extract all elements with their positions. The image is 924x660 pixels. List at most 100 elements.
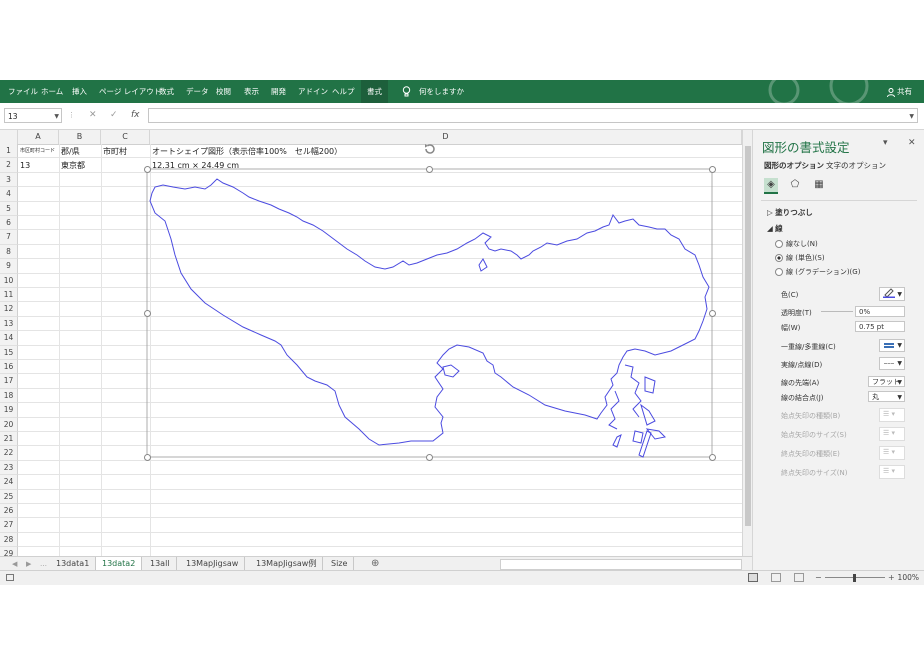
add-sheet-button[interactable]: ⊕ bbox=[371, 557, 379, 570]
end-arrow-type-dropdown[interactable]: ☰ ▾ bbox=[879, 446, 905, 460]
column-header-d[interactable]: D bbox=[150, 130, 742, 144]
row-header[interactable]: 14 bbox=[0, 331, 18, 346]
line-section-toggle[interactable]: ◢ 線 bbox=[767, 223, 783, 234]
dash-type-dropdown[interactable]: ▼ bbox=[879, 357, 905, 370]
sheet-tab-13mapjigsaw[interactable]: 13MapJigsaw bbox=[180, 557, 246, 570]
row-header[interactable]: 28 bbox=[0, 532, 18, 548]
row-header[interactable]: 29 bbox=[0, 547, 18, 556]
cell-c1[interactable]: 市町村 bbox=[103, 145, 127, 159]
fill-line-icon[interactable]: ◈ bbox=[764, 178, 778, 194]
radio-no-line[interactable]: 線なし(N) bbox=[775, 239, 818, 249]
resize-handle-top[interactable] bbox=[426, 166, 433, 173]
chevron-down-icon[interactable]: ▼ bbox=[54, 109, 59, 124]
line-color-picker[interactable]: ▼ bbox=[879, 287, 905, 301]
row-header[interactable]: 24 bbox=[0, 475, 18, 490]
enter-icon[interactable]: ✓ bbox=[110, 108, 118, 123]
zoom-level[interactable]: 100% bbox=[898, 571, 919, 585]
row-header[interactable]: 4 bbox=[0, 187, 18, 202]
transparency-slider[interactable] bbox=[821, 311, 853, 312]
tab-home[interactable]: ホーム bbox=[41, 80, 63, 103]
column-header-a[interactable]: A bbox=[18, 130, 59, 144]
row-header[interactable]: 26 bbox=[0, 504, 18, 519]
tab-developer[interactable]: 開発 bbox=[271, 80, 286, 103]
row-header[interactable]: 10 bbox=[0, 273, 18, 288]
scrollbar-thumb[interactable] bbox=[745, 146, 751, 526]
cell-a2[interactable]: 13 bbox=[20, 159, 30, 173]
row-header[interactable]: 9 bbox=[0, 259, 18, 274]
tell-me-search[interactable]: 何をしますか bbox=[419, 80, 464, 103]
end-arrow-size-dropdown[interactable]: ☰ ▾ bbox=[879, 465, 905, 479]
begin-arrow-type-dropdown[interactable]: ☰ ▾ bbox=[879, 408, 905, 422]
insert-function-icon[interactable]: fx bbox=[131, 108, 140, 123]
row-header[interactable]: 21 bbox=[0, 432, 18, 447]
sheet-tab-13all[interactable]: 13all bbox=[144, 557, 177, 570]
rotate-handle-icon[interactable] bbox=[423, 142, 437, 156]
resize-handle-left[interactable] bbox=[144, 310, 151, 317]
tab-insert[interactable]: 挿入 bbox=[72, 80, 87, 103]
row-header[interactable]: 22 bbox=[0, 446, 18, 461]
fill-section-toggle[interactable]: ▷ 塗りつぶし bbox=[767, 207, 813, 218]
radio-solid-line[interactable]: 線 (単色)(S) bbox=[775, 253, 825, 263]
worksheet-grid[interactable]: A B C D 1 2 3 4 5 6 7 8 9 10 11 12 13 14 15 16 17 18 19 20 2… bbox=[0, 130, 742, 556]
row-header[interactable]: 12 bbox=[0, 302, 18, 317]
sheet-tab-13mapjigsaw-example[interactable]: 13MapJigsaw例 bbox=[250, 557, 324, 570]
resize-handle-top-right[interactable] bbox=[709, 166, 716, 173]
row-header[interactable]: 19 bbox=[0, 403, 18, 418]
tab-format[interactable]: 書式 bbox=[361, 80, 388, 103]
row-header[interactable]: 15 bbox=[0, 345, 18, 360]
tab-view[interactable]: 表示 bbox=[244, 80, 259, 103]
effects-icon[interactable]: ⬠ bbox=[788, 178, 802, 192]
sheet-tab-size[interactable]: Size bbox=[325, 557, 355, 570]
normal-view-icon[interactable] bbox=[748, 573, 758, 582]
select-all-corner[interactable] bbox=[0, 130, 18, 144]
cell-a1[interactable]: 市区町村コード bbox=[20, 144, 55, 158]
row-header[interactable]: 18 bbox=[0, 388, 18, 404]
size-properties-icon[interactable]: ▦ bbox=[812, 178, 826, 192]
row-header[interactable]: 2 bbox=[0, 158, 18, 173]
page-layout-view-icon[interactable] bbox=[771, 573, 781, 582]
tab-help[interactable]: ヘルプ bbox=[332, 80, 355, 103]
close-icon[interactable]: ✕ bbox=[908, 138, 916, 148]
row-header[interactable]: 23 bbox=[0, 460, 18, 476]
join-type-dropdown[interactable]: 丸 ▼ bbox=[868, 391, 905, 402]
tab-page-layout[interactable]: ページ レイアウト bbox=[99, 80, 161, 103]
tokyo-map-shape[interactable] bbox=[144, 144, 716, 461]
row-header[interactable]: 6 bbox=[0, 216, 18, 231]
zoom-in-icon[interactable]: + bbox=[888, 571, 895, 585]
tab-shape-options[interactable]: 図形のオプション bbox=[764, 160, 824, 171]
next-sheet-icon[interactable]: ▶ bbox=[26, 557, 31, 571]
pane-options-icon[interactable]: ▾ bbox=[883, 138, 888, 148]
tab-review[interactable]: 校閲 bbox=[216, 80, 231, 103]
zoom-out-icon[interactable]: − bbox=[815, 571, 822, 585]
prev-sheet-icon[interactable]: ◀ bbox=[12, 557, 17, 571]
expand-formula-icon[interactable]: ▼ bbox=[909, 109, 914, 124]
width-input[interactable]: 0.75 pt bbox=[855, 321, 905, 332]
row-header[interactable]: 3 bbox=[0, 172, 18, 188]
radio-gradient-line[interactable]: 線 (グラデーション)(G) bbox=[775, 267, 860, 277]
row-header[interactable]: 11 bbox=[0, 288, 18, 303]
row-header[interactable]: 25 bbox=[0, 489, 18, 504]
transparency-input[interactable]: 0% bbox=[855, 306, 905, 317]
row-header[interactable]: 17 bbox=[0, 374, 18, 389]
tab-text-options[interactable]: 文字のオプション bbox=[826, 160, 886, 171]
share-button[interactable]: 共有 bbox=[886, 80, 912, 103]
row-header[interactable]: 16 bbox=[0, 360, 18, 375]
row-header[interactable]: 27 bbox=[0, 518, 18, 533]
resize-handle-right[interactable] bbox=[709, 310, 716, 317]
more-sheets-icon[interactable]: … bbox=[40, 557, 47, 571]
macro-record-icon[interactable] bbox=[6, 574, 14, 581]
tab-addins[interactable]: アドイン bbox=[298, 80, 328, 103]
tab-formulas[interactable]: 数式 bbox=[159, 80, 174, 103]
name-box[interactable]: 13 ▼ bbox=[4, 108, 62, 123]
resize-handle-bottom[interactable] bbox=[426, 454, 433, 461]
resize-handle-top-left[interactable] bbox=[144, 166, 151, 173]
cap-type-dropdown[interactable]: フラット ▼ bbox=[868, 376, 905, 387]
formula-input[interactable]: ▼ bbox=[148, 108, 918, 123]
tab-file[interactable]: ファイル bbox=[8, 80, 38, 103]
cancel-icon[interactable]: ✕ bbox=[89, 108, 97, 123]
resize-handle-bottom-left[interactable] bbox=[144, 454, 151, 461]
row-header[interactable]: 7 bbox=[0, 230, 18, 245]
row-header[interactable]: 8 bbox=[0, 244, 18, 260]
cell-b1[interactable]: 郡/県 bbox=[61, 145, 80, 159]
row-header[interactable]: 20 bbox=[0, 417, 18, 432]
